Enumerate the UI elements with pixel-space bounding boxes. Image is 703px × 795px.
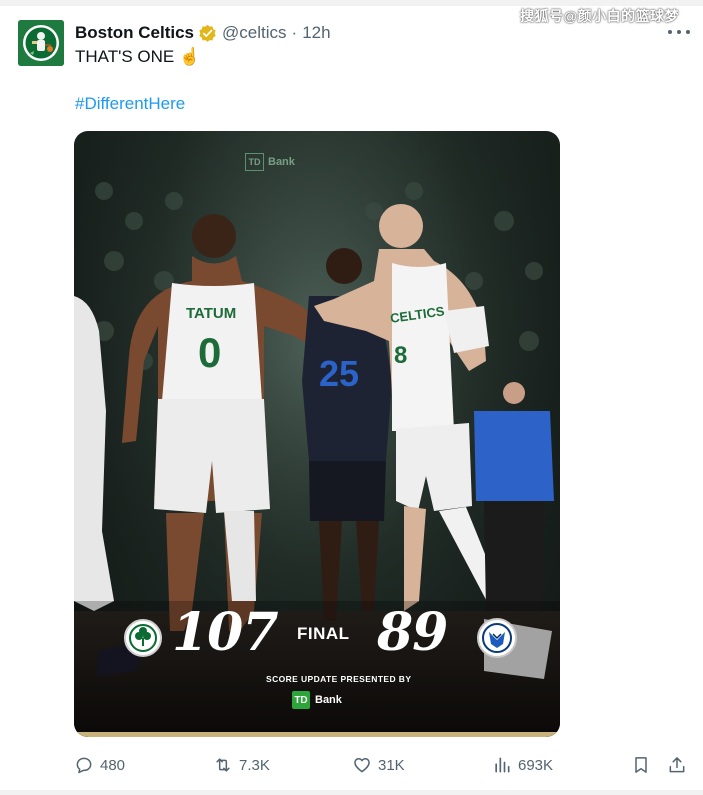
celtics-logo-icon bbox=[18, 20, 64, 66]
bookmark-icon bbox=[635, 757, 647, 773]
final-label: FINAL bbox=[297, 624, 350, 643]
image-bottom-bar bbox=[74, 732, 560, 737]
away-score: 89 bbox=[377, 602, 448, 663]
author-handle[interactable]: @celtics bbox=[222, 23, 287, 43]
action-bar: 480 7.3K 31K 693K bbox=[0, 753, 703, 777]
share-button[interactable] bbox=[667, 753, 687, 777]
hashtag-link[interactable]: #DifferentHere bbox=[75, 94, 185, 114]
presented-by-text: SCORE UPDATE PRESENTED BY bbox=[266, 674, 412, 684]
arena-td-logo-icon: TD bbox=[245, 153, 264, 171]
separator-dot: · bbox=[291, 23, 298, 42]
tweet-header: Boston Celtics @celtics · 12h bbox=[75, 21, 331, 45]
arena-sign-text: Bank bbox=[268, 156, 295, 168]
bottom-divider bbox=[0, 790, 703, 795]
verified-badge-icon[interactable] bbox=[198, 24, 217, 43]
sponsor-logo: TD Bank bbox=[292, 691, 342, 709]
avatar[interactable] bbox=[18, 20, 64, 66]
repost-count: 7.3K bbox=[239, 756, 270, 774]
more-icon[interactable] bbox=[668, 22, 690, 42]
timestamp[interactable]: 12h bbox=[302, 23, 330, 43]
arena-sign: TD Bank bbox=[245, 153, 295, 171]
heart-icon bbox=[354, 758, 370, 773]
tweet-card[interactable]: Boston Celtics @celtics · 12h 搜狐号@颜小白的篮球… bbox=[0, 0, 703, 795]
jersey-name: TATUM bbox=[186, 305, 236, 322]
tweet-text: THAT'S ONE ☝️ bbox=[75, 47, 201, 66]
repost-button[interactable]: 7.3K bbox=[213, 753, 270, 777]
like-count: 31K bbox=[378, 756, 405, 774]
share-icon bbox=[669, 757, 685, 773]
views-count: 693K bbox=[518, 756, 554, 774]
tweet-image[interactable]: TATUM 0 25 CELTICS 8 TD Bank 107 FINAL 8… bbox=[74, 131, 560, 737]
like-button[interactable]: 31K bbox=[352, 753, 405, 777]
sponsor-bank-text: Bank bbox=[315, 694, 342, 706]
author-name[interactable]: Boston Celtics bbox=[75, 23, 194, 43]
views-button[interactable]: 693K bbox=[492, 753, 553, 777]
repost-icon bbox=[216, 758, 230, 772]
views-icon bbox=[495, 757, 510, 773]
reply-button[interactable]: 480 bbox=[74, 753, 125, 777]
jersey-number-center: 25 bbox=[319, 353, 359, 394]
bookmark-button[interactable] bbox=[631, 753, 651, 777]
celtics-logo-icon bbox=[124, 619, 162, 657]
mavericks-logo-icon bbox=[477, 618, 517, 658]
td-logo-icon: TD bbox=[292, 691, 310, 709]
watermark: 搜狐号@颜小白的篮球梦 bbox=[520, 8, 680, 24]
reply-icon bbox=[76, 757, 92, 774]
jersey-number-right: 8 bbox=[394, 342, 407, 369]
jersey-number-left: 0 bbox=[198, 329, 221, 376]
reply-count: 480 bbox=[100, 756, 126, 774]
home-score: 107 bbox=[172, 602, 279, 663]
